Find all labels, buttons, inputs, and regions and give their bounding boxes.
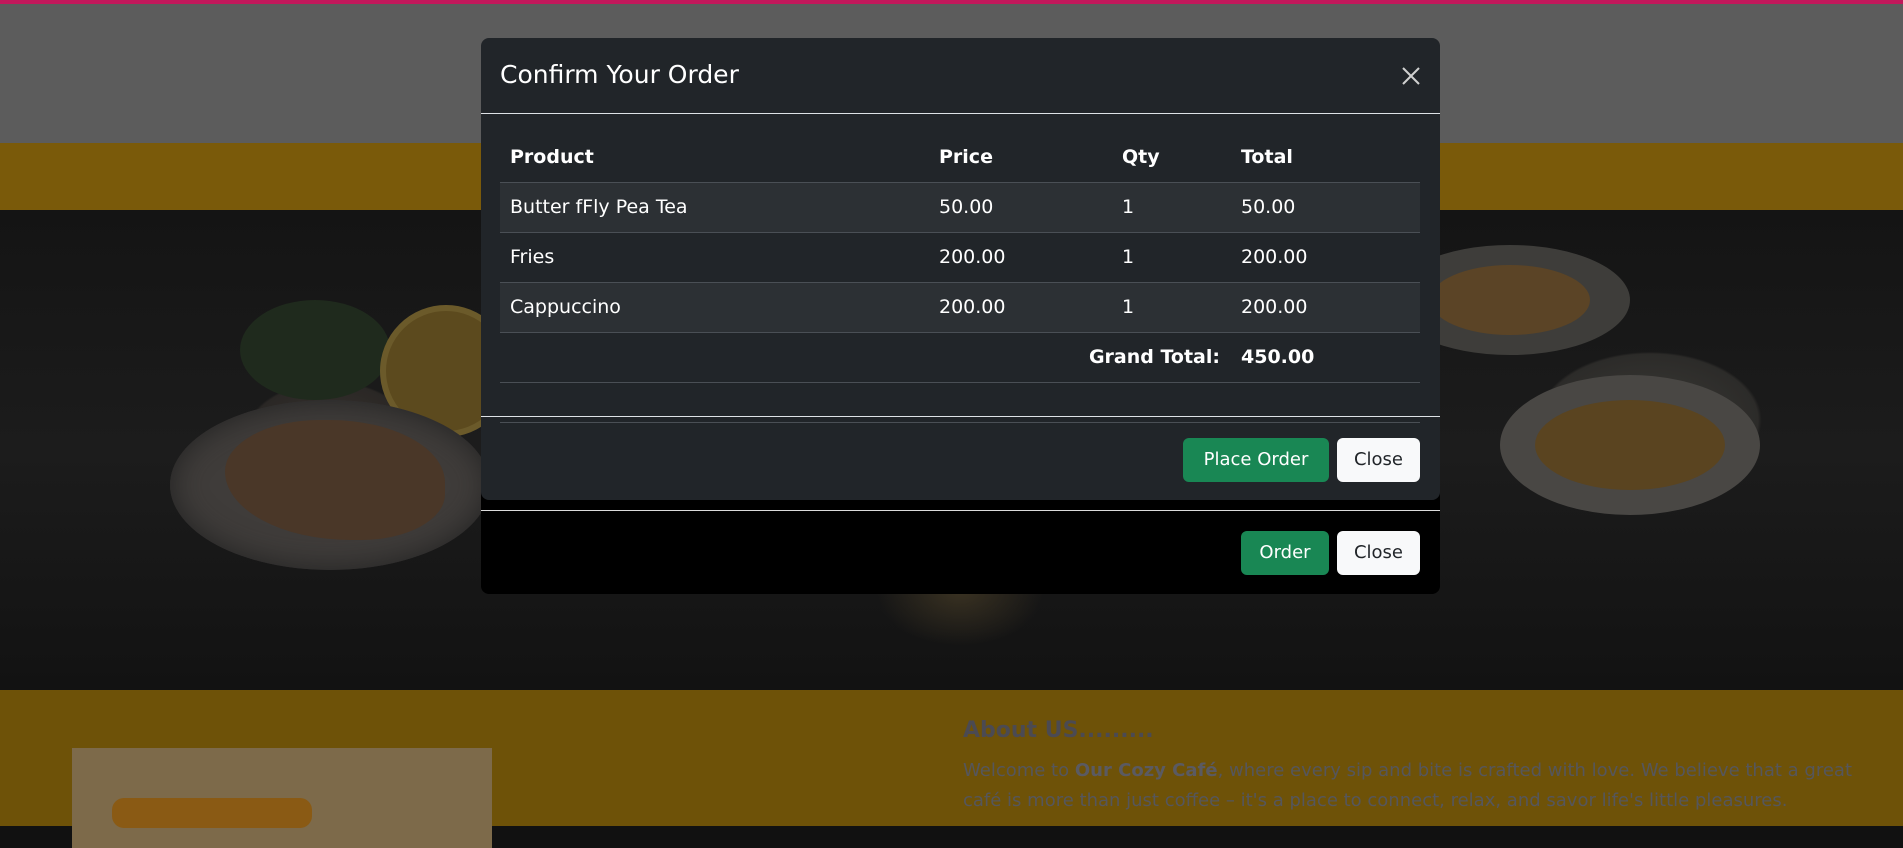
about-photo: [72, 748, 492, 848]
table-row: Cappuccino 200.00 1 200.00: [500, 283, 1420, 333]
order-modal-footer-divider: [481, 510, 1440, 511]
order-modal-close-button[interactable]: Close: [1337, 531, 1420, 575]
table-empty-row: [500, 383, 1420, 423]
about-title: About US.........: [963, 718, 1154, 743]
close-icon[interactable]: [1398, 63, 1424, 89]
table-row: Fries 200.00 1 200.00: [500, 233, 1420, 283]
header-price: Price: [939, 146, 993, 168]
row-qty: 1: [1122, 246, 1135, 268]
header-qty: Qty: [1122, 146, 1160, 168]
about-cafe-name: Our Cozy Café: [1074, 760, 1218, 781]
modal-header-divider: [481, 113, 1440, 114]
table-row: Butter fFly Pea Tea 50.00 1 50.00: [500, 183, 1420, 233]
about-section: About US......... Welcome to Our Cozy Ca…: [0, 690, 1903, 848]
hero-ginger-right-image: [1430, 265, 1590, 335]
row-total: 200.00: [1241, 296, 1308, 318]
grand-total-value: 450.00: [1241, 346, 1315, 368]
grand-total-label: Grand Total:: [1088, 346, 1220, 368]
row-product: Cappuccino: [510, 296, 621, 318]
confirm-close-button[interactable]: Close: [1337, 438, 1420, 482]
row-product: Fries: [510, 246, 555, 268]
row-product: Butter fFly Pea Tea: [510, 196, 688, 218]
about-text: Welcome to Our Cozy Café, where every si…: [963, 756, 1883, 816]
header-product: Product: [510, 146, 594, 168]
row-qty: 1: [1122, 196, 1135, 218]
row-price: 200.00: [939, 296, 1006, 318]
confirm-order-modal: Confirm Your Order Product Price Qty Tot…: [481, 38, 1440, 500]
place-order-button[interactable]: Place Order: [1183, 438, 1329, 482]
hero-herb-image: [240, 300, 390, 400]
modal-title: Confirm Your Order: [500, 60, 739, 89]
order-table: Product Price Qty Total Butter fFly Pea …: [500, 133, 1420, 423]
row-total: 50.00: [1241, 196, 1296, 218]
about-photo-food: [112, 798, 312, 828]
hero-honey-image: [1535, 400, 1725, 490]
row-price: 50.00: [939, 196, 994, 218]
modal-footer-divider: [481, 416, 1440, 417]
row-qty: 1: [1122, 296, 1135, 318]
header-total: Total: [1241, 146, 1293, 168]
grand-total-row: Grand Total: 450.00: [500, 333, 1420, 383]
row-price: 200.00: [939, 246, 1006, 268]
about-text-prefix: Welcome to: [963, 760, 1075, 781]
order-button[interactable]: Order: [1241, 531, 1329, 575]
table-header-row: Product Price Qty Total: [500, 133, 1420, 183]
row-total: 200.00: [1241, 246, 1308, 268]
